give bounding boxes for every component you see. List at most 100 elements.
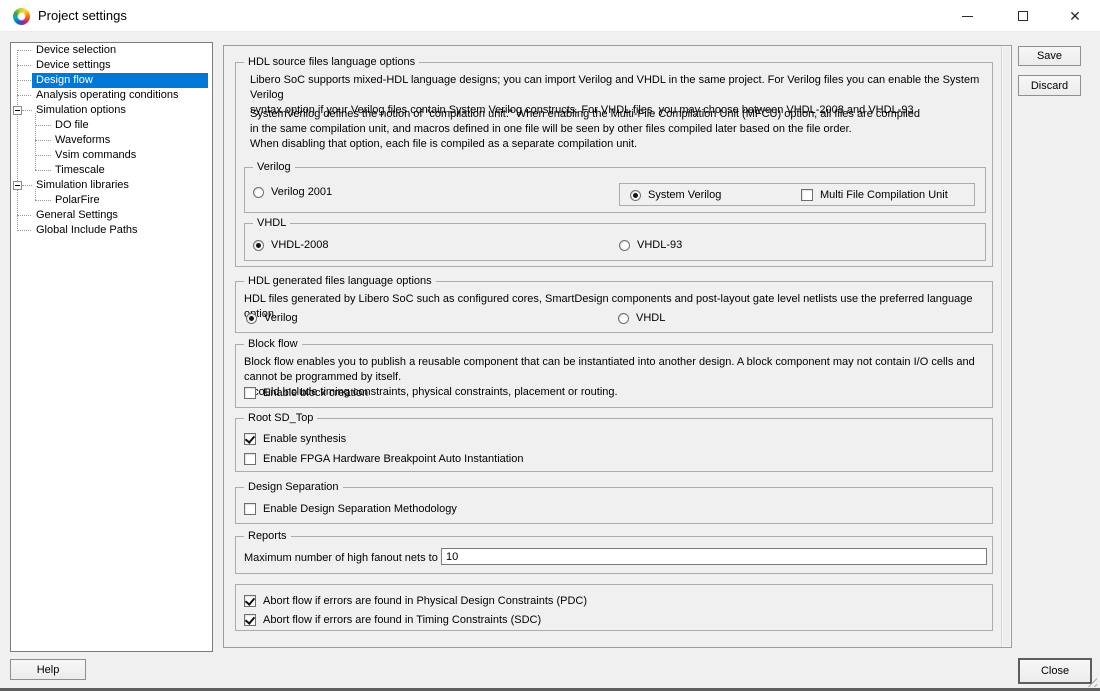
checkbox-label: Enable synthesis <box>263 433 346 445</box>
vertical-scrollbar[interactable] <box>1001 46 1011 647</box>
checkbox-row-abort-sdc[interactable]: Abort flow if errors are found in Timing… <box>244 612 541 628</box>
help-button[interactable]: Help <box>10 659 86 680</box>
checkbox-icon[interactable] <box>801 189 813 201</box>
close-window-button[interactable]: ✕ <box>1052 0 1098 32</box>
collapse-expander-icon[interactable] <box>13 181 22 190</box>
radio-label: Verilog <box>264 312 298 324</box>
tree-connector <box>35 200 51 201</box>
group-vhdl: VHDL VHDL-2008 VHDL-93 <box>244 223 986 261</box>
sidebar-item-label: Timescale <box>53 163 107 178</box>
group-reports: Reports Maximum number of high fanout ne… <box>235 536 993 574</box>
group-title: Reports <box>244 530 291 543</box>
radio-row-generated-vhdl[interactable]: VHDL <box>618 310 665 326</box>
checkbox-label: Multi File Compilation Unit <box>820 189 948 201</box>
group-hdl-generated-language-options: HDL generated files language options HDL… <box>235 281 993 333</box>
checkbox-row-enable-design-separation[interactable]: Enable Design Separation Methodology <box>244 501 457 517</box>
checkbox-icon[interactable] <box>244 503 256 515</box>
settings-tree-panel: Device selection Device settings Design … <box>10 42 213 652</box>
checkbox-icon[interactable] <box>244 387 256 399</box>
radio-row-generated-verilog[interactable]: Verilog <box>246 310 298 326</box>
checkbox-row-multi-file-compilation-unit[interactable]: Multi File Compilation Unit <box>801 187 948 203</box>
sidebar-item-global-include-paths[interactable]: Global Include Paths <box>11 223 212 238</box>
sidebar-item-device-selection[interactable]: Device selection <box>11 43 212 58</box>
sidebar-item-label: DO file <box>53 118 91 133</box>
hdl-source-mfcu-text: SystemVerilog defines the notion of "com… <box>250 107 920 152</box>
checkbox-icon[interactable] <box>244 433 256 445</box>
tree-connector <box>35 170 51 171</box>
group-block-flow: Block flow Block flow enables you to pub… <box>235 344 993 408</box>
group-hdl-source-language-options: HDL source files language options Libero… <box>235 62 993 267</box>
maximize-button[interactable] <box>1000 0 1046 32</box>
tree-connector <box>17 65 31 66</box>
minimize-icon <box>962 16 973 17</box>
discard-button[interactable]: Discard <box>1018 75 1081 96</box>
tree-connector <box>17 80 31 81</box>
tree-connector <box>22 110 32 111</box>
sidebar-item-label: General Settings <box>34 208 120 223</box>
radio-row-verilog-2001[interactable]: Verilog 2001 <box>253 184 332 200</box>
checkbox-label: Abort flow if errors are found in Physic… <box>263 595 587 607</box>
tree-connector <box>17 50 31 51</box>
sidebar-item-analysis-operating-conditions[interactable]: Analysis operating conditions <box>11 88 212 103</box>
sidebar-item-vsim-commands[interactable]: Vsim commands <box>11 148 212 163</box>
sidebar-item-simulation-options[interactable]: Simulation options <box>11 103 212 118</box>
checkbox-row-abort-pdc[interactable]: Abort flow if errors are found in Physic… <box>244 593 587 609</box>
sidebar-item-label: Vsim commands <box>53 148 138 163</box>
project-settings-dialog: { "window": { "title": "Project settings… <box>0 0 1100 691</box>
checkbox-row-enable-block-creation[interactable]: Enable block creation <box>244 385 368 401</box>
radio-row-vhdl-2008[interactable]: VHDL-2008 <box>253 237 328 253</box>
radio-label: System Verilog <box>648 189 721 201</box>
radio-label: VHDL-93 <box>637 239 682 251</box>
sidebar-item-label: Device settings <box>34 58 113 73</box>
tree-connector <box>17 95 31 96</box>
minimize-button[interactable] <box>944 0 990 32</box>
checkbox-icon[interactable] <box>244 595 256 607</box>
libero-logo-icon <box>13 8 30 25</box>
sidebar-item-simulation-libraries[interactable]: Simulation libraries <box>11 178 212 193</box>
sidebar-item-label: Waveforms <box>53 133 112 148</box>
group-verilog: Verilog Verilog 2001 System Verilog Mult… <box>244 167 986 213</box>
group-title: VHDL <box>253 217 290 230</box>
radio-label: VHDL <box>636 312 665 324</box>
sidebar-item-label: PolarFire <box>53 193 102 208</box>
sidebar-item-design-flow[interactable]: Design flow <box>11 73 212 88</box>
radio-label: Verilog 2001 <box>271 186 332 198</box>
close-icon: ✕ <box>1069 9 1081 23</box>
sidebar-item-device-settings[interactable]: Device settings <box>11 58 212 73</box>
radio-row-vhdl-93[interactable]: VHDL-93 <box>619 237 682 253</box>
group-title: HDL generated files language options <box>244 275 436 288</box>
sidebar-item-label: Device selection <box>34 43 118 58</box>
sidebar-item-waveforms[interactable]: Waveforms <box>11 133 212 148</box>
system-verilog-subpanel: System Verilog Multi File Compilation Un… <box>619 183 975 206</box>
radio-icon[interactable] <box>253 240 264 251</box>
checkbox-row-enable-synthesis[interactable]: Enable synthesis <box>244 431 346 447</box>
checkbox-label: Enable block creation <box>263 387 368 399</box>
radio-icon[interactable] <box>630 190 641 201</box>
sidebar-item-do-file[interactable]: DO file <box>11 118 212 133</box>
save-button[interactable]: Save <box>1018 46 1081 66</box>
sidebar-item-label: Simulation libraries <box>34 178 131 193</box>
group-title: Verilog <box>253 161 295 174</box>
checkbox-row-enable-fpga-breakpoint[interactable]: Enable FPGA Hardware Breakpoint Auto Ins… <box>244 451 524 467</box>
window-title: Project settings <box>38 8 127 24</box>
radio-icon[interactable] <box>246 313 257 324</box>
sidebar-item-general-settings[interactable]: General Settings <box>11 208 212 223</box>
sidebar-item-polarfire[interactable]: PolarFire <box>11 193 212 208</box>
radio-row-system-verilog[interactable]: System Verilog <box>630 187 721 203</box>
scrollbar-thumb[interactable] <box>1003 47 1010 646</box>
tree-connector <box>35 140 51 141</box>
tree-connector <box>35 125 51 126</box>
radio-icon[interactable] <box>619 240 630 251</box>
group-abort-flow-options: Abort flow if errors are found in Physic… <box>235 584 993 631</box>
collapse-expander-icon[interactable] <box>13 106 22 115</box>
group-design-separation: Design Separation Enable Design Separati… <box>235 487 993 524</box>
close-button[interactable]: Close <box>1018 658 1092 684</box>
checkbox-icon[interactable] <box>244 614 256 626</box>
tree-connector <box>22 185 32 186</box>
sidebar-item-timescale[interactable]: Timescale <box>11 163 212 178</box>
group-title: Root SD_Top <box>244 412 317 425</box>
radio-icon[interactable] <box>253 187 264 198</box>
radio-icon[interactable] <box>618 313 629 324</box>
checkbox-icon[interactable] <box>244 453 256 465</box>
max-fanout-input[interactable] <box>441 548 987 565</box>
